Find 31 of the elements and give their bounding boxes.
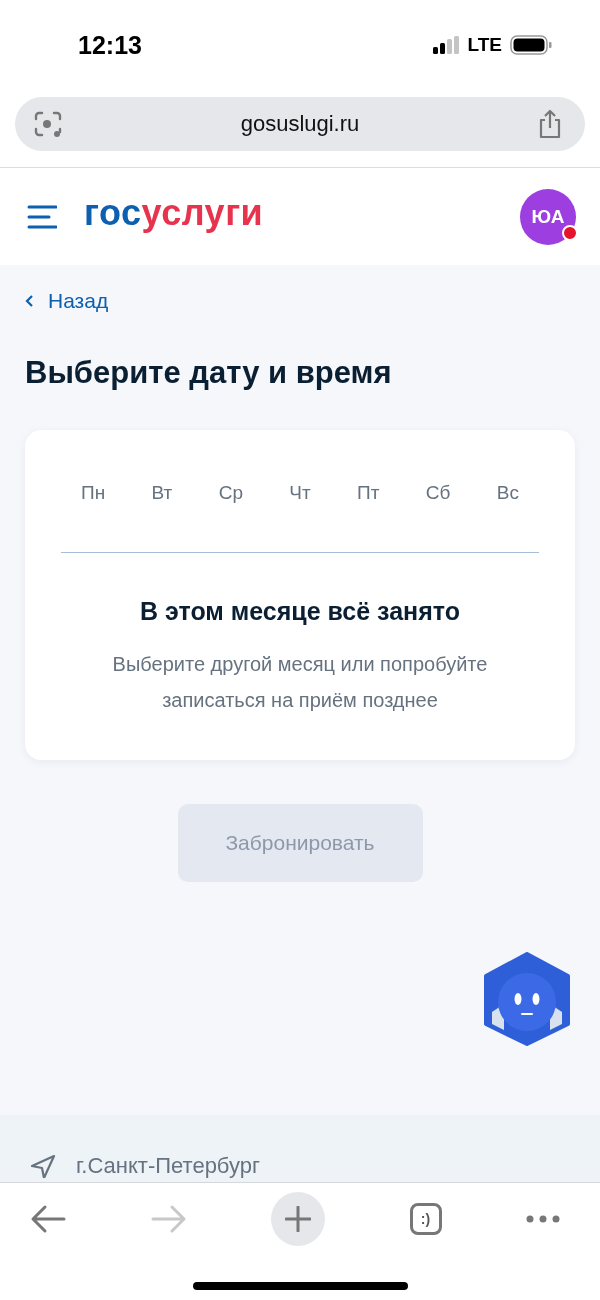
tabs-button[interactable]: :) [409,1203,442,1235]
location-arrow-icon [30,1154,56,1178]
signal-icon [432,36,460,54]
url-text: gosuslugi.ru [239,111,361,137]
weekday-label: Чт [289,482,311,504]
network-label: LTE [467,34,502,56]
share-icon[interactable] [537,109,563,139]
back-icon[interactable] [30,1204,66,1234]
weekday-label: Вт [151,482,173,504]
plus-icon [285,1206,311,1232]
empty-message: Выберите другой месяц или попробуйте записаться на приём позднее [111,652,489,713]
new-tab-button[interactable] [271,1192,325,1246]
location-text: г.Санкт-Петербург [76,1153,260,1179]
weekday-label: Сб [425,482,451,504]
weekday-label: Вс [496,482,519,504]
user-avatar[interactable]: ЮА [520,188,576,245]
clock: 12:13 [78,30,143,60]
robot-assistant-icon[interactable] [482,952,572,1046]
camera-search-icon[interactable] [33,109,63,139]
more-icon[interactable] [526,1214,560,1224]
back-link[interactable]: Назад [25,289,109,313]
site-logo[interactable]: госуслуги [84,191,520,234]
weekday-label: Ср [218,482,243,504]
weekday-label: Пт [357,482,380,504]
chevron-left-icon [25,294,34,308]
page-title: Выберите дату и время [25,355,393,391]
weekday-label: Пн [81,482,106,504]
battery-icon [510,35,552,55]
address-bar[interactable]: gosuslugi.ru [15,97,585,151]
menu-icon[interactable] [27,204,57,229]
empty-title: В этом месяце всё занято [139,597,461,626]
